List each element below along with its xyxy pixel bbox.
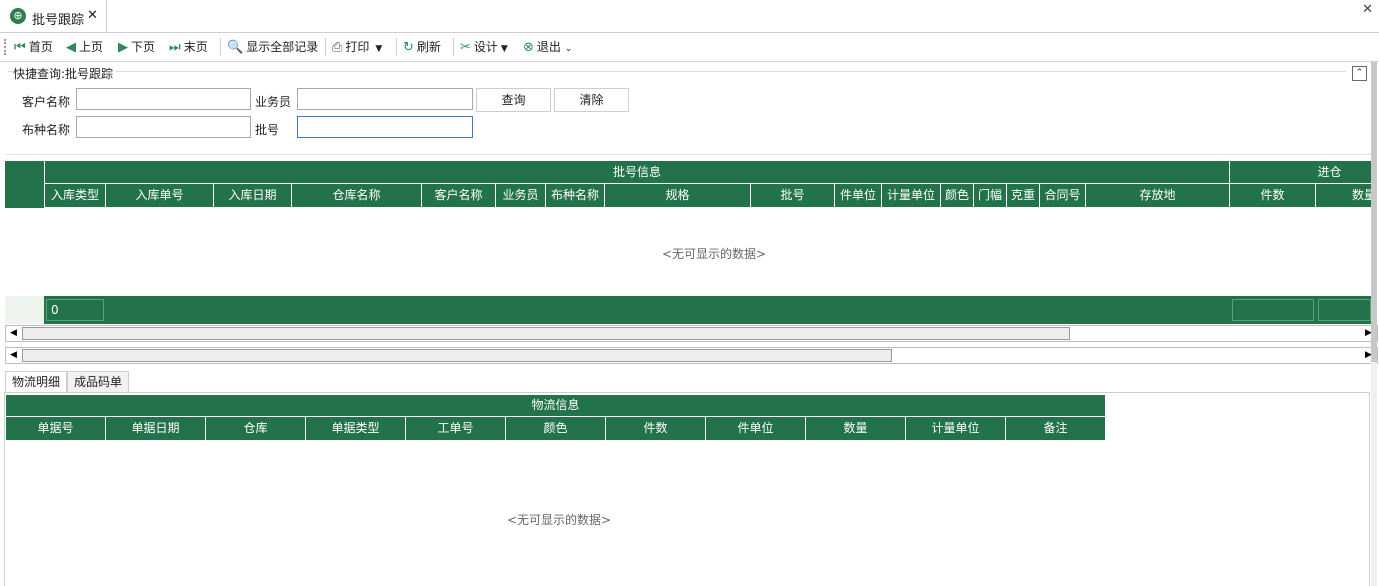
vertical-scrollbar[interactable] bbox=[1371, 62, 1377, 586]
column-header[interactable]: 客户名称 bbox=[422, 184, 496, 208]
scroll-left-icon[interactable]: ◀ bbox=[7, 327, 20, 340]
tools-icon: ✂ bbox=[460, 40, 471, 55]
column-header[interactable]: 入库单号 bbox=[106, 184, 214, 208]
search-doc-icon: 🔍 bbox=[227, 40, 244, 55]
tab-batch-tracking[interactable]: ⊕ 批号跟踪 ✕ bbox=[0, 0, 107, 32]
vertical-scrollbar-thumb[interactable] bbox=[1371, 62, 1377, 362]
column-header[interactable]: 入库日期 bbox=[214, 184, 292, 208]
column-header[interactable]: 布种名称 bbox=[546, 184, 605, 208]
scroll-left-icon[interactable]: ◀ bbox=[7, 349, 20, 362]
design-button[interactable]: ✂ 设计 ▼ bbox=[460, 38, 508, 56]
chevron-down-icon: ▼ bbox=[375, 44, 383, 54]
column-header[interactable]: 件单位 bbox=[835, 184, 882, 208]
logistics-grid-header: 物流信息 单据号 单据日期 仓库 单据类型 工单号 颜色 件数 件单位 数量 计… bbox=[6, 395, 1106, 441]
batch-grid-footer: 0 bbox=[5, 296, 1371, 324]
quick-search-title: 快捷查询:批号跟踪 bbox=[13, 65, 117, 82]
column-header[interactable]: 仓库 bbox=[206, 417, 306, 441]
column-header[interactable]: 颜色 bbox=[506, 417, 606, 441]
column-header[interactable]: 计量单位 bbox=[906, 417, 1006, 441]
next-page-button[interactable]: ▶ 下页 bbox=[118, 38, 155, 56]
last-page-icon: ⏭ bbox=[169, 40, 181, 55]
scrollbar-thumb[interactable] bbox=[22, 349, 892, 362]
toolbar-grip[interactable] bbox=[4, 39, 8, 55]
refresh-icon: ↻ bbox=[403, 40, 414, 55]
clear-button[interactable]: 清除 bbox=[554, 88, 629, 112]
first-page-icon: ⏮ bbox=[14, 40, 26, 55]
column-header[interactable]: 单据日期 bbox=[106, 417, 206, 441]
chevron-down-icon: ⌄ bbox=[564, 44, 573, 54]
footer-count: 0 bbox=[46, 299, 104, 321]
column-header[interactable]: 件数 bbox=[606, 417, 706, 441]
column-header[interactable]: 克重 bbox=[1007, 184, 1040, 208]
exit-button[interactable]: ⊗ 退出 ⌄ bbox=[523, 38, 572, 56]
footer-indicator-cell bbox=[5, 296, 44, 324]
printer-icon: ⎙ bbox=[332, 40, 343, 55]
batch-no-label: 批号 bbox=[255, 123, 280, 137]
column-header[interactable]: 工单号 bbox=[406, 417, 506, 441]
window-close-icon[interactable]: ✕ bbox=[1362, 2, 1373, 17]
prev-page-button[interactable]: ◀ 上页 bbox=[66, 38, 103, 56]
prev-page-icon: ◀ bbox=[66, 40, 76, 55]
exit-circle-icon: ⊗ bbox=[523, 40, 534, 55]
column-header[interactable]: 计量单位 bbox=[882, 184, 941, 208]
toolbar: ⏮ 首页 ◀ 上页 ▶ 下页 ⏭ 末页 🔍 显示全部记录 ⎙ 打印 ▼ ↻ 刷新 ✂ 设计 ▼ ⊗ 退… bbox=[0, 33, 1379, 62]
salesman-input[interactable] bbox=[297, 88, 473, 110]
column-header[interactable]: 业务员 bbox=[496, 184, 546, 208]
print-button[interactable]: ⎙ 打印 ▼ bbox=[332, 38, 382, 56]
scrollbar-thumb[interactable] bbox=[22, 327, 1070, 340]
grid2-empty-message: <无可显示的数据> bbox=[507, 513, 612, 527]
last-page-button[interactable]: ⏭ 末页 bbox=[169, 38, 208, 56]
show-all-records-button[interactable]: 🔍 显示全部记录 bbox=[227, 38, 318, 56]
band-warehouse-in: 进仓 bbox=[1230, 161, 1371, 184]
column-header[interactable]: 单据类型 bbox=[306, 417, 406, 441]
fabric-name-input[interactable] bbox=[76, 116, 251, 138]
tab-finished-goods-list[interactable]: 成品码单 bbox=[67, 371, 130, 393]
column-header[interactable]: 颜色 bbox=[941, 184, 974, 208]
column-header[interactable]: 备注 bbox=[1006, 417, 1106, 441]
fabric-name-label: 布种名称 bbox=[22, 123, 71, 137]
column-header[interactable]: 规格 bbox=[605, 184, 751, 208]
column-header[interactable]: 件单位 bbox=[706, 417, 806, 441]
salesman-label: 业务员 bbox=[255, 95, 292, 109]
column-header[interactable]: 仓库名称 bbox=[292, 184, 422, 208]
grid1-horizontal-scrollbar[interactable]: ◀ ▶ bbox=[5, 325, 1378, 342]
batch-no-input[interactable] bbox=[297, 116, 473, 138]
tab-title: 批号跟踪 bbox=[32, 13, 85, 28]
column-header[interactable]: 批号 bbox=[751, 184, 835, 208]
document-tab-strip bbox=[0, 0, 1379, 33]
chevron-down-icon: ▼ bbox=[500, 44, 508, 54]
batch-grid-header: 批号信息 进仓 入库类型 入库单号 入库日期 仓库名称 客户名称 业务员 布种名… bbox=[5, 161, 1371, 208]
tab-close-icon[interactable]: ✕ bbox=[87, 8, 98, 23]
toolbar-separator bbox=[220, 38, 221, 56]
collapse-chevron-icon[interactable]: ⌃ bbox=[1352, 66, 1367, 81]
column-header[interactable]: 存放地 bbox=[1086, 184, 1230, 208]
app-globe-icon: ⊕ bbox=[10, 8, 26, 24]
first-page-button[interactable]: ⏮ 首页 bbox=[14, 38, 53, 56]
panel-horizontal-scrollbar[interactable]: ◀ ▶ bbox=[5, 347, 1378, 364]
next-page-icon: ▶ bbox=[118, 40, 128, 55]
column-header[interactable]: 单据号 bbox=[6, 417, 106, 441]
column-header[interactable]: 门幅 bbox=[974, 184, 1007, 208]
customer-name-input[interactable] bbox=[76, 88, 251, 110]
column-header[interactable]: 数量 bbox=[806, 417, 906, 441]
query-button[interactable]: 查询 bbox=[476, 88, 551, 112]
toolbar-separator bbox=[325, 38, 326, 56]
band-batch-info: 批号信息 bbox=[45, 161, 1230, 184]
quick-search-divider bbox=[8, 71, 1346, 72]
grid1-empty-message: <无可显示的数据> bbox=[662, 247, 767, 261]
toolbar-separator bbox=[453, 38, 454, 56]
section-divider bbox=[5, 154, 1371, 155]
row-indicator-header bbox=[5, 161, 45, 208]
toolbar-separator bbox=[396, 38, 397, 56]
band-logistics-info: 物流信息 bbox=[6, 395, 1106, 417]
column-header[interactable]: 入库类型 bbox=[45, 184, 106, 208]
footer-pieces-total bbox=[1232, 299, 1314, 321]
refresh-button[interactable]: ↻ 刷新 bbox=[403, 38, 441, 56]
tab-logistics-detail[interactable]: 物流明细 bbox=[5, 371, 68, 393]
column-header[interactable]: 合同号 bbox=[1040, 184, 1086, 208]
footer-quantity-total bbox=[1318, 299, 1371, 321]
column-header[interactable]: 件数 bbox=[1230, 184, 1316, 208]
customer-name-label: 客户名称 bbox=[22, 95, 71, 109]
column-header[interactable]: 数量 bbox=[1316, 184, 1371, 208]
